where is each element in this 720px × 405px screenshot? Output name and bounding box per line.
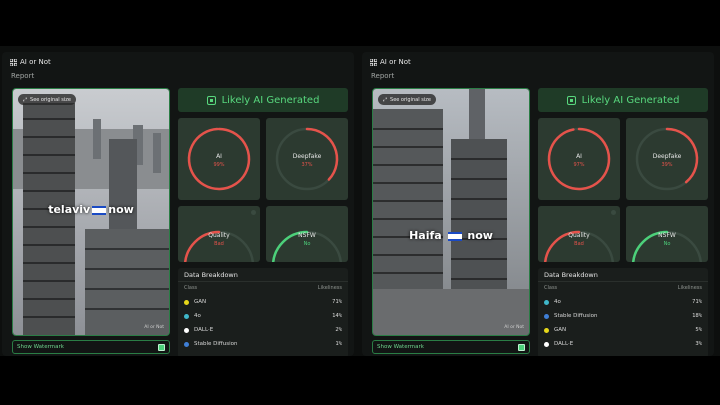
table-row: Stable Diffusion 18% bbox=[544, 312, 702, 322]
analyzed-image[interactable]: ⤢ See original size telaviv now AI or Not bbox=[12, 88, 170, 336]
table-row: 4o 14% bbox=[184, 312, 342, 322]
table-row: GAN 71% bbox=[184, 298, 342, 308]
score-card-ai: AI 97% bbox=[538, 118, 620, 200]
legend-dot bbox=[544, 314, 549, 319]
table-row: GAN 5% bbox=[544, 326, 702, 336]
legend-dot bbox=[544, 328, 549, 333]
report-label: Report bbox=[11, 72, 35, 80]
report-panel-right: AI or Not Report ⤢ See original size Hai… bbox=[362, 52, 714, 356]
analyzed-image[interactable]: ⤢ See original size Haifa now AI or Not bbox=[372, 88, 530, 336]
page: AI or Not Report ⤢ See original size tel… bbox=[0, 0, 720, 405]
image-overlay-text: Haifa now bbox=[409, 229, 493, 242]
brand: AI or Not bbox=[10, 58, 51, 66]
score-card-nsfw: NSFW No bbox=[626, 206, 708, 262]
ai-or-not-logo-icon bbox=[370, 58, 377, 66]
watermark-tag: AI or Not bbox=[504, 325, 524, 330]
show-watermark-toggle[interactable]: Show Watermark bbox=[372, 340, 530, 354]
score-card-quality: Quality Bad bbox=[538, 206, 620, 262]
score-card-nsfw: NSFW No bbox=[266, 206, 348, 262]
score-card-deepfake: Deepfake 37% bbox=[266, 118, 348, 200]
score-card-ai: AI 99% bbox=[178, 118, 260, 200]
score-card-quality: Quality Bad bbox=[178, 206, 260, 262]
see-original-size-button[interactable]: ⤢ See original size bbox=[378, 94, 436, 105]
brand-name: AI or Not bbox=[380, 58, 411, 66]
legend-dot bbox=[184, 300, 189, 305]
table-row: DALL·E 3% bbox=[544, 340, 702, 350]
toggle-switch-icon[interactable] bbox=[158, 343, 165, 351]
legend-dot bbox=[544, 300, 549, 305]
data-breakdown: Data Breakdown Class Likeliness 4o 71% St… bbox=[538, 268, 708, 356]
expand-icon: ⤢ bbox=[383, 96, 388, 103]
legend-dot bbox=[184, 314, 189, 319]
legend-dot bbox=[544, 342, 549, 347]
brand-name: AI or Not bbox=[20, 58, 51, 66]
israel-flag-icon bbox=[447, 231, 462, 241]
israel-flag-icon bbox=[92, 205, 107, 215]
report-label: Report bbox=[371, 72, 395, 80]
divider bbox=[538, 281, 708, 282]
expand-icon: ⤢ bbox=[23, 96, 28, 103]
legend-dot bbox=[184, 328, 189, 333]
see-original-size-button[interactable]: ⤢ See original size bbox=[18, 94, 76, 105]
info-dot-icon bbox=[611, 210, 616, 215]
watermark-tag: AI or Not bbox=[144, 325, 164, 330]
brand: AI or Not bbox=[370, 58, 411, 66]
info-dot-icon bbox=[251, 210, 256, 215]
city-ruins-illustration bbox=[373, 89, 529, 335]
ai-or-not-logo-icon bbox=[10, 58, 17, 66]
legend-dot bbox=[184, 342, 189, 347]
scan-icon bbox=[206, 95, 216, 105]
image-overlay-text: telaviv now bbox=[48, 203, 134, 216]
table-row: 4o 71% bbox=[544, 298, 702, 308]
report-panel-left: AI or Not Report ⤢ See original size tel… bbox=[2, 52, 354, 356]
toggle-switch-icon[interactable] bbox=[518, 343, 525, 351]
table-row: Stable Diffusion 1% bbox=[184, 340, 342, 350]
scan-icon bbox=[566, 95, 576, 105]
verdict-banner: Likely AI Generated bbox=[538, 88, 708, 112]
table-row: DALL·E 2% bbox=[184, 326, 342, 336]
show-watermark-toggle[interactable]: Show Watermark bbox=[12, 340, 170, 354]
data-breakdown: Data Breakdown Class Likeliness GAN 71% 4… bbox=[178, 268, 348, 356]
verdict-banner: Likely AI Generated bbox=[178, 88, 348, 112]
score-card-deepfake: Deepfake 39% bbox=[626, 118, 708, 200]
divider bbox=[178, 281, 348, 282]
